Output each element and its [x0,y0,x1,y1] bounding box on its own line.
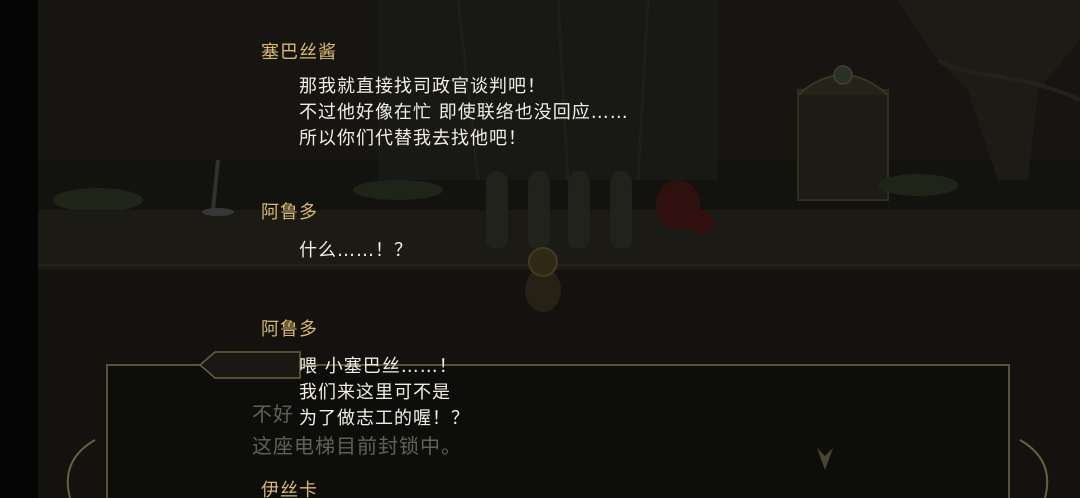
dialogue-line: 不过他好像在忙 即使联络也没回应…… [299,102,629,123]
dialogue-line: 为了做志工的喔！？ [299,408,470,429]
speaker-name: 伊丝卡 [261,480,318,498]
dialogue-lines: 喂 小塞巴丝……！ 我们来这里可不是 为了做志工的喔！？ [299,354,470,432]
speaker-name: 阿鲁多 [261,202,318,223]
dialogue-line: 我们来这里可不是 [299,382,451,403]
dialogue-line: 那我就直接找司政官谈判吧！ [299,76,546,97]
dialogue-log[interactable]: 塞巴丝酱 那我就直接找司政官谈判吧！ 不过他好像在忙 即使联络也没回应…… 所以… [0,0,1080,498]
dialogue-lines: 什么……！？ [299,238,413,264]
dialogue-line: 所以你们代替我去找他吧！ [299,128,527,149]
dialogue-line: 什么……！？ [299,240,413,261]
speaker-name: 塞巴丝酱 [261,42,337,63]
dialogue-lines: 那我就直接找司政官谈判吧！ 不过他好像在忙 即使联络也没回应…… 所以你们代替我… [299,74,629,152]
speaker-name: 阿鲁多 [261,319,318,340]
game-screen: 不好 这座电梯目前封锁中。 塞巴丝酱 那我就直接找司政官谈判吧！ 不过他好像在忙… [0,0,1080,498]
dialogue-line: 喂 小塞巴丝……！ [299,356,458,377]
